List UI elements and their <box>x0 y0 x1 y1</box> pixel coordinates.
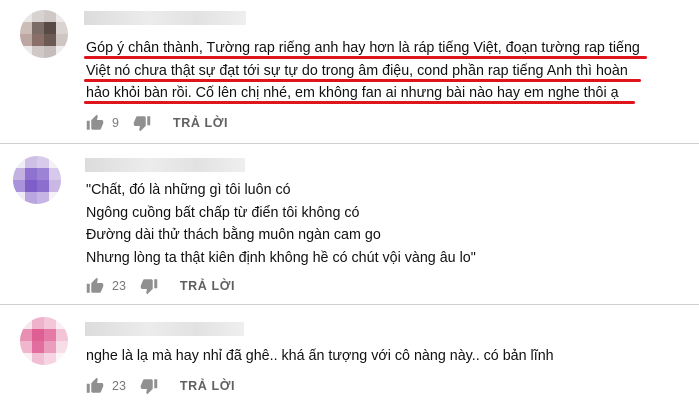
avatar[interactable] <box>20 10 68 58</box>
avatar-pixel <box>56 34 68 46</box>
avatar-pixel <box>32 34 44 46</box>
divider <box>0 304 699 305</box>
avatar-pixel <box>37 180 49 192</box>
avatar-pixel <box>20 341 32 353</box>
avatar-pixel <box>37 168 49 180</box>
thumbs-up-icon[interactable] <box>86 377 104 395</box>
avatar-pixel <box>49 168 61 180</box>
avatar-pixel <box>25 168 37 180</box>
comment-actions: 23 TRẢ LỜI <box>86 376 235 396</box>
avatar-pixel <box>56 341 68 353</box>
like-count: 23 <box>112 379 126 393</box>
divider <box>0 143 699 144</box>
comment-actions: 23 TRẢ LỜI <box>86 276 235 296</box>
avatar-pixel <box>20 353 32 365</box>
avatar-pixel <box>32 22 44 34</box>
avatar-pixel <box>32 329 44 341</box>
avatar-pixel <box>20 34 32 46</box>
thumbs-down-icon[interactable] <box>140 377 158 395</box>
avatar-pixel <box>44 46 56 58</box>
avatar-pixel <box>32 353 44 365</box>
author-name-blurred[interactable] <box>85 158 245 172</box>
avatar-pixel <box>56 22 68 34</box>
avatar-pixel <box>56 353 68 365</box>
avatar-pixel <box>32 10 44 22</box>
like-count: 23 <box>112 279 126 293</box>
avatar[interactable] <box>13 156 61 204</box>
reply-button[interactable]: TRẢ LỜI <box>180 379 235 393</box>
comment-actions: 9 TRẢ LỜI <box>86 113 228 133</box>
red-underline <box>84 56 647 59</box>
avatar-pixel <box>32 317 44 329</box>
avatar-pixel <box>44 22 56 34</box>
avatar-pixel <box>20 317 32 329</box>
like-count: 9 <box>112 116 119 130</box>
avatar-pixel <box>44 10 56 22</box>
avatar-pixel <box>56 317 68 329</box>
avatar-pixel <box>44 341 56 353</box>
red-underline <box>84 79 641 82</box>
avatar-pixel <box>13 192 25 204</box>
avatar-pixel <box>49 180 61 192</box>
comment-text: Góp ý chân thành, Tường rap riếng anh ha… <box>86 40 640 101</box>
avatar-pixel <box>13 168 25 180</box>
avatar-pixel <box>25 180 37 192</box>
avatar-pixel <box>49 156 61 168</box>
comment-text: "Chất, đó là những gì tôi luôn có Ngông … <box>86 182 476 266</box>
avatar-pixel <box>20 329 32 341</box>
avatar-pixel <box>44 353 56 365</box>
avatar[interactable] <box>20 317 68 365</box>
avatar-pixel <box>20 22 32 34</box>
thumbs-down-icon[interactable] <box>140 277 158 295</box>
avatar-pixel <box>32 46 44 58</box>
reply-button[interactable]: TRẢ LỜI <box>180 279 235 293</box>
avatar-pixel <box>13 156 25 168</box>
avatar-pixel <box>20 10 32 22</box>
thumbs-up-icon[interactable] <box>86 277 104 295</box>
reply-button[interactable]: TRẢ LỜI <box>173 116 228 130</box>
comment-text: nghe là lạ mà hay nhỉ đã ghê.. khá ấn tư… <box>86 348 554 364</box>
avatar-pixel <box>37 156 49 168</box>
avatar-pixel <box>44 329 56 341</box>
avatar-pixel <box>56 10 68 22</box>
thumbs-down-icon[interactable] <box>133 114 151 132</box>
red-underline <box>84 101 635 104</box>
avatar-pixel <box>32 341 44 353</box>
avatar-pixel <box>44 34 56 46</box>
avatar-pixel <box>56 329 68 341</box>
avatar-pixel <box>13 180 25 192</box>
avatar-pixel <box>37 192 49 204</box>
avatar-pixel <box>20 46 32 58</box>
thumbs-up-icon[interactable] <box>86 114 104 132</box>
author-name-blurred[interactable] <box>84 11 246 25</box>
avatar-pixel <box>56 46 68 58</box>
avatar-pixel <box>49 192 61 204</box>
avatar-pixel <box>44 317 56 329</box>
avatar-pixel <box>25 192 37 204</box>
author-name-blurred[interactable] <box>85 322 244 336</box>
avatar-pixel <box>25 156 37 168</box>
